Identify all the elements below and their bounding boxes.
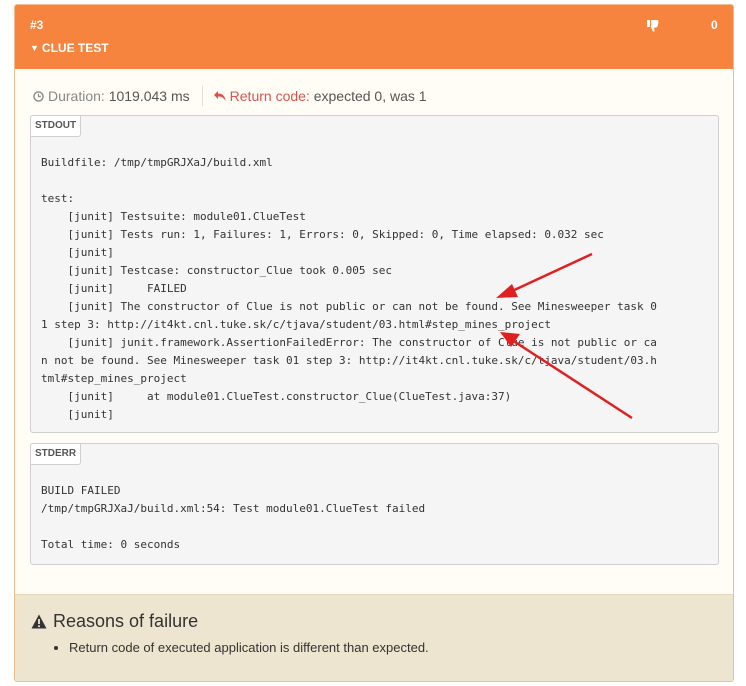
caret-down-icon: ▼ xyxy=(30,43,39,53)
reason-item: Return code of executed application is d… xyxy=(69,639,429,657)
vote-count: 0 xyxy=(711,18,718,32)
thumbs-down-icon[interactable] xyxy=(647,20,659,32)
duration-value: 1019.043 ms xyxy=(108,88,190,104)
stderr-box: STDERR BUILD FAILED /tmp/tmpGRJXaJ/build… xyxy=(30,443,719,565)
return-code-value: expected 0, was 1 xyxy=(313,88,427,104)
reasons-list: Return code of executed application is d… xyxy=(51,639,429,657)
warning-icon xyxy=(31,614,47,629)
test-meta: Duration: 1019.043 ms Return code: expec… xyxy=(33,85,427,107)
divider xyxy=(201,86,203,106)
reasons-of-failure: Reasons of failure Return code of execut… xyxy=(15,594,733,681)
undo-arrow-icon xyxy=(213,91,226,101)
test-title-toggle[interactable]: ▼ CLUE TEST xyxy=(30,41,109,55)
test-number: #3 xyxy=(30,18,44,32)
reasons-title: Reasons of failure xyxy=(53,611,199,631)
stderr-text: BUILD FAILED /tmp/tmpGRJXaJ/build.xml:54… xyxy=(41,484,426,551)
clock-icon xyxy=(33,90,44,102)
test-result-panel: #3 ▼ CLUE TEST 0 Duration: 1019.043 ms R… xyxy=(14,4,734,682)
stdout-label: STDOUT xyxy=(30,115,82,137)
duration-label: Duration: xyxy=(48,88,105,104)
stderr-label: STDERR xyxy=(30,443,82,465)
return-code-label: Return code: xyxy=(229,88,310,104)
test-title: CLUE TEST xyxy=(41,41,109,55)
test-header[interactable]: #3 ▼ CLUE TEST 0 xyxy=(15,5,733,69)
stdout-box: STDOUT Buildfile: /tmp/tmpGRJXaJ/build.x… xyxy=(30,115,719,433)
stdout-text: Buildfile: /tmp/tmpGRJXaJ/build.xml test… xyxy=(41,156,657,421)
